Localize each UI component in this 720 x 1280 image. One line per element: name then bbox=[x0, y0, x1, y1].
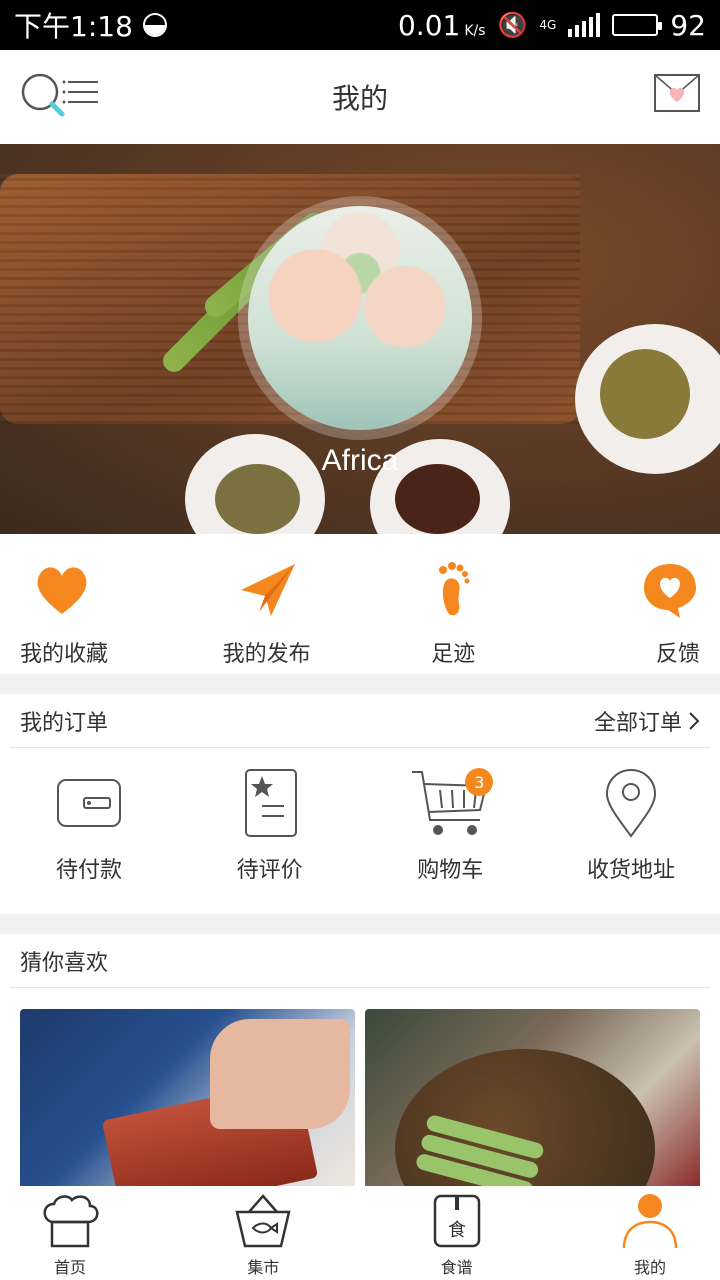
page-title: 我的 bbox=[331, 82, 388, 115]
footprints-label: 足迹 bbox=[431, 642, 476, 667]
svg-text:食: 食 bbox=[448, 1220, 466, 1241]
tab-home-label: 首页 bbox=[53, 1258, 86, 1277]
recommendation-card[interactable] bbox=[365, 1009, 700, 1189]
tab-market-label: 集市 bbox=[247, 1258, 280, 1277]
top-header: 我的 bbox=[0, 50, 720, 144]
my-posts-label: 我的发布 bbox=[222, 642, 311, 667]
chef-hat-icon bbox=[43, 1195, 99, 1248]
tab-recipes[interactable]: 食 食谱 bbox=[397, 1186, 517, 1280]
person-icon bbox=[622, 1194, 678, 1249]
avatar[interactable] bbox=[248, 206, 472, 430]
my-posts-button[interactable]: 我的发布 bbox=[207, 534, 327, 674]
footprints-button[interactable]: 足迹 bbox=[393, 534, 513, 674]
profile-banner: Africa bbox=[0, 144, 720, 534]
cart-button[interactable]: 3 购物车 bbox=[375, 748, 525, 884]
tab-mine[interactable]: 我的 bbox=[590, 1186, 710, 1280]
tab-mine-label: 我的 bbox=[633, 1258, 666, 1277]
pending-review-button[interactable]: 待评价 bbox=[195, 748, 345, 884]
orders-section: 我的订单 全部订单 待付款 待评价 3 购物车 收货地址 bbox=[0, 694, 720, 914]
feedback-label: 反馈 bbox=[655, 642, 700, 667]
quick-actions: 我的收藏 我的发布 足迹 反馈 bbox=[0, 534, 720, 674]
feedback-button[interactable]: 反馈 bbox=[580, 534, 700, 674]
heart-icon bbox=[37, 567, 87, 614]
favorites-label: 我的收藏 bbox=[20, 642, 109, 667]
mute-icon: 🔇 bbox=[497, 11, 528, 39]
cart-label: 购物车 bbox=[417, 858, 484, 883]
shipping-address-button[interactable]: 收货地址 bbox=[556, 748, 706, 884]
all-orders-label: 全部订单 bbox=[593, 710, 682, 736]
signal-icon bbox=[568, 13, 601, 37]
chevron-right-icon bbox=[689, 711, 700, 730]
recommendation-card[interactable] bbox=[20, 1009, 355, 1189]
fish-basket-icon bbox=[235, 1194, 291, 1248]
recommendations-title: 猜你喜欢 bbox=[10, 934, 710, 988]
recipe-book-icon: 食 bbox=[433, 1194, 480, 1248]
review-doc-icon bbox=[244, 769, 297, 837]
wallet-icon bbox=[57, 779, 121, 827]
status-time: 下午1:18 bbox=[14, 10, 133, 43]
tab-recipes-label: 食谱 bbox=[440, 1258, 473, 1277]
shipping-address-label: 收货地址 bbox=[586, 858, 675, 883]
location-pin-icon bbox=[605, 768, 656, 838]
bottom-tab-bar: 首页 集市 食 食谱 我的 bbox=[0, 1186, 720, 1280]
network-type: 4G bbox=[539, 18, 557, 32]
network-speed: 0.01 K/s bbox=[397, 8, 486, 42]
orders-title: 我的订单 bbox=[20, 710, 109, 736]
pending-payment-label: 待付款 bbox=[55, 858, 122, 883]
tab-market[interactable]: 集市 bbox=[203, 1186, 323, 1280]
footprint-icon bbox=[439, 562, 470, 616]
battery-level: 92 bbox=[670, 8, 706, 42]
mail-heart-icon[interactable] bbox=[654, 74, 700, 112]
status-bar: 下午1:18 0.01 K/s 🔇 4G 92 bbox=[0, 0, 720, 50]
feedback-heart-icon bbox=[643, 564, 696, 618]
pending-review-label: 待评价 bbox=[236, 858, 303, 883]
paper-plane-icon bbox=[240, 564, 295, 616]
all-orders-link[interactable]: 全部订单 bbox=[594, 705, 700, 737]
search-menu-icon[interactable] bbox=[20, 72, 100, 118]
pending-payment-button[interactable]: 待付款 bbox=[14, 748, 164, 884]
username: Africa bbox=[321, 444, 399, 477]
battery-icon bbox=[612, 14, 663, 36]
favorites-button[interactable]: 我的收藏 bbox=[20, 534, 140, 674]
tab-home[interactable]: 首页 bbox=[10, 1186, 130, 1280]
do-not-disturb-icon bbox=[142, 13, 167, 37]
